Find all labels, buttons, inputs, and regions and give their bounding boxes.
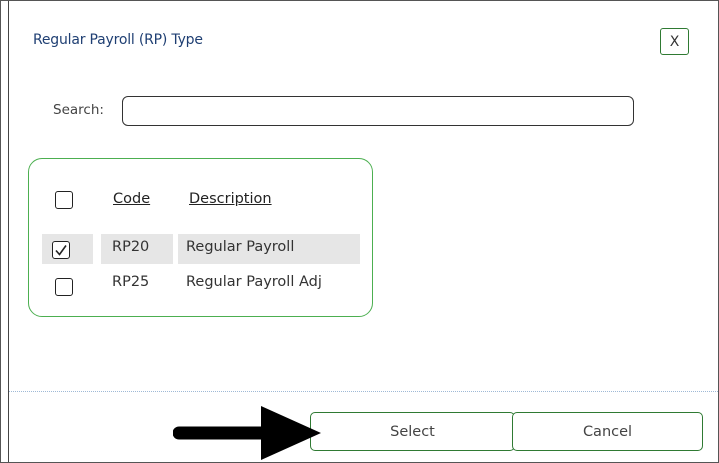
- cell-code: RP25: [112, 274, 150, 290]
- dialog-title: Regular Payroll (RP) Type: [33, 32, 203, 48]
- arrow-right-icon: [173, 406, 321, 460]
- search-input[interactable]: [122, 96, 634, 126]
- cell-code: RP20: [101, 234, 173, 264]
- select-button-label: Select: [390, 423, 435, 440]
- close-button[interactable]: X: [660, 28, 689, 55]
- column-header-description[interactable]: Description: [189, 191, 272, 207]
- close-icon: X: [669, 33, 680, 50]
- select-button[interactable]: Select: [310, 412, 515, 451]
- footer-divider: [9, 391, 718, 392]
- column-header-code[interactable]: Code: [113, 191, 150, 207]
- select-all-checkbox[interactable]: [55, 191, 73, 209]
- checkmark-icon: [55, 245, 67, 256]
- payroll-type-dialog: Regular Payroll (RP) Type X Search: Code…: [0, 0, 719, 463]
- cell-description: Regular Payroll: [178, 234, 360, 264]
- row-checkbox-rp20[interactable]: [52, 241, 70, 259]
- row-checkbox-rp25[interactable]: [55, 278, 73, 296]
- cell-description: Regular Payroll Adj: [186, 274, 322, 290]
- search-label: Search:: [53, 102, 104, 118]
- cancel-button-label: Cancel: [582, 423, 633, 440]
- cancel-button[interactable]: Cancel: [512, 412, 703, 451]
